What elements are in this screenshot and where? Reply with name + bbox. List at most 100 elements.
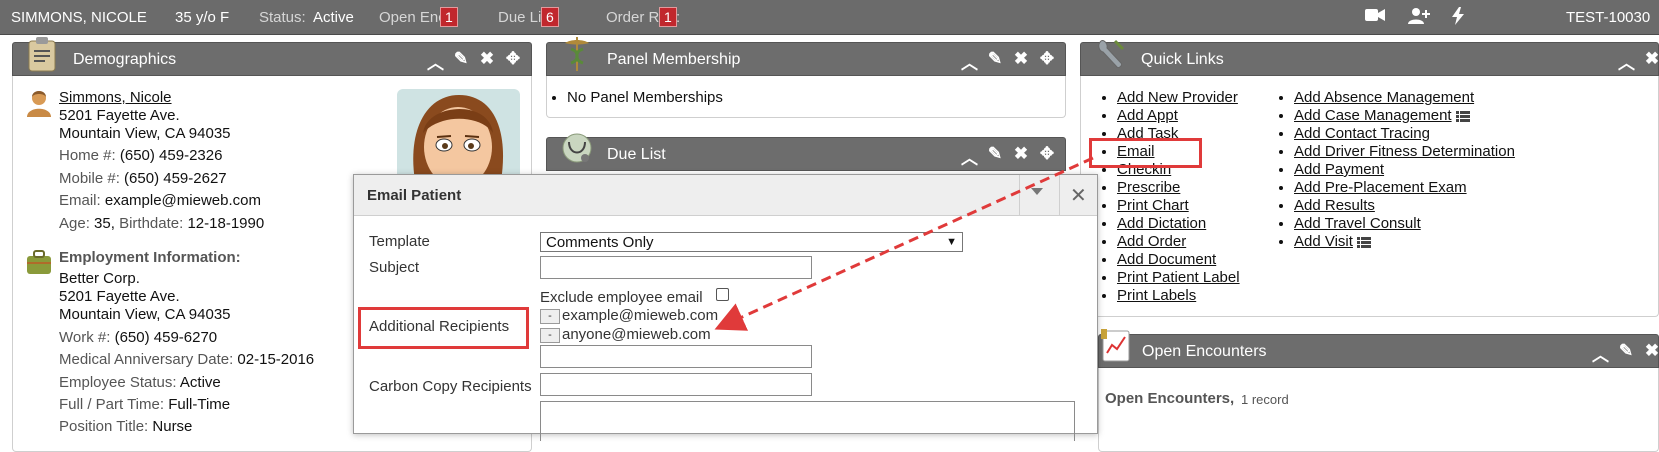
add-absence-management-link[interactable]: Add Absence Management xyxy=(1294,89,1474,106)
employer-address2: Mountain View, CA 94035 xyxy=(59,306,231,323)
template-select[interactable]: Comments Only ▼ xyxy=(540,232,963,252)
employee-status: Employee Status: Active xyxy=(59,374,221,391)
anniversary-date: Medical Anniversary Date: 02-15-2016 xyxy=(59,351,314,368)
print-labels-link[interactable]: Print Labels xyxy=(1117,287,1196,304)
patient-name[interactable]: SIMMONS, NICOLE xyxy=(11,9,147,26)
recipient-item: example@mieweb.com xyxy=(562,307,719,324)
add-new-provider-link[interactable]: Add New Provider xyxy=(1117,89,1238,106)
add-dictation-link[interactable]: Add Dictation xyxy=(1117,215,1206,232)
clipboard-icon xyxy=(25,35,61,73)
additional-recipient-input[interactable] xyxy=(540,345,812,368)
mobile-phone-value: (650) 459-2627 xyxy=(124,170,227,187)
annotation-highlight-box xyxy=(358,307,529,349)
add-case-management-link[interactable]: Add Case Management xyxy=(1294,107,1452,124)
template-label: Template xyxy=(369,233,430,250)
patient-age-sex: 35 y/o F xyxy=(175,9,230,26)
open-encounters-summary-label: Open Encounters, xyxy=(1105,390,1235,407)
open-encounters-body: Open Encounters, 1 record xyxy=(1098,368,1659,452)
mobile-phone: Mobile #: (650) 459-2627 xyxy=(59,170,227,187)
age-birthdate: Age: 35, Birthdate: 12-18-1990 xyxy=(59,215,264,232)
print-patient-label-link[interactable]: Print Patient Label xyxy=(1117,269,1240,286)
patient-avatar xyxy=(397,89,520,181)
close-icon[interactable]: ✖ xyxy=(1013,144,1029,169)
lightning-icon[interactable] xyxy=(1452,7,1464,30)
age-value: 35, xyxy=(94,215,115,232)
employee-status-label: Employee Status: xyxy=(59,374,177,391)
edit-icon[interactable]: ✎ xyxy=(1618,341,1634,366)
patient-name-link[interactable]: Simmons, Nicole xyxy=(59,89,172,106)
dialog-header: Email Patient ✕ xyxy=(354,175,1097,216)
full-part-value: Full-Time xyxy=(168,396,231,413)
add-travel-consult-link[interactable]: Add Travel Consult xyxy=(1294,215,1421,232)
add-payment-link[interactable]: Add Payment xyxy=(1294,161,1384,178)
work-phone: Work #: (650) 459-6270 xyxy=(59,329,217,346)
add-pre-placement-exam-link[interactable]: Add Pre-Placement Exam xyxy=(1294,179,1467,196)
move-icon[interactable]: ✥ xyxy=(1039,49,1055,74)
list-icon[interactable] xyxy=(1356,236,1371,248)
collapse-icon[interactable]: ︿ xyxy=(1592,341,1609,366)
remove-recipient-button[interactable]: - xyxy=(540,309,560,324)
order-req-badge[interactable]: 1 xyxy=(659,7,677,27)
close-icon[interactable]: ✖ xyxy=(1013,49,1029,74)
video-icon[interactable] xyxy=(1365,7,1385,28)
carbon-copy-input[interactable] xyxy=(540,373,812,396)
dropdown-caret-icon[interactable] xyxy=(1031,188,1043,195)
collapse-icon[interactable]: ︿ xyxy=(961,144,978,169)
status-label: Status: xyxy=(259,9,306,26)
employment-title: Employment Information: xyxy=(59,249,241,266)
carbon-copy-label: Carbon Copy Recipients xyxy=(369,378,532,395)
person-icon xyxy=(25,88,53,123)
anniversary-value: 02-15-2016 xyxy=(237,351,315,368)
subject-label: Subject xyxy=(369,259,420,276)
open-encounters-count: 1 record xyxy=(1241,392,1289,407)
subject-input[interactable] xyxy=(540,256,812,279)
chevron-down-icon: ▼ xyxy=(946,236,957,248)
panel-membership-body: No Panel Memberships xyxy=(546,76,1066,118)
add-visit-link[interactable]: Add Visit xyxy=(1294,233,1353,250)
position-title: Position Title: Nurse xyxy=(59,418,192,435)
add-results-link[interactable]: Add Results xyxy=(1294,197,1375,214)
employer-address1: 5201 Fayette Ave. xyxy=(59,288,180,305)
add-appt-link[interactable]: Add Appt xyxy=(1117,107,1178,124)
panel-title: Demographics xyxy=(73,51,177,68)
panel-title: Open Encounters xyxy=(1142,343,1267,360)
print-chart-link[interactable]: Print Chart xyxy=(1117,197,1189,214)
patient-id: TEST-10030 xyxy=(1566,9,1651,26)
move-icon[interactable]: ✥ xyxy=(505,49,521,74)
address-line2: Mountain View, CA 94035 xyxy=(59,125,231,142)
open-enc-badge[interactable]: 1 xyxy=(440,7,458,27)
collapse-icon[interactable]: ︿ xyxy=(1618,49,1635,74)
exclude-employee-email-checkbox[interactable] xyxy=(716,288,729,301)
edit-icon[interactable]: ✎ xyxy=(453,49,469,74)
add-user-icon[interactable] xyxy=(1407,7,1431,30)
employer-name: Better Corp. xyxy=(59,270,140,287)
close-icon[interactable]: ✖ xyxy=(1644,341,1659,366)
add-order-link[interactable]: Add Order xyxy=(1117,233,1186,250)
move-icon[interactable]: ✥ xyxy=(1039,144,1055,169)
add-document-link[interactable]: Add Document xyxy=(1117,251,1216,268)
close-icon[interactable]: ✖ xyxy=(479,49,495,74)
panel-membership-list: No Panel Memberships xyxy=(547,89,723,106)
collapse-icon[interactable]: ︿ xyxy=(427,49,444,74)
message-body-textarea[interactable] xyxy=(540,401,1075,441)
list-icon[interactable] xyxy=(1455,110,1470,122)
edit-icon[interactable]: ✎ xyxy=(987,144,1003,169)
caduceus-icon xyxy=(559,35,595,73)
add-driver-fitness-link[interactable]: Add Driver Fitness Determination xyxy=(1294,143,1515,160)
close-icon[interactable]: ✕ xyxy=(1070,183,1087,208)
collapse-icon[interactable]: ︿ xyxy=(961,49,978,74)
home-phone-value: (650) 459-2326 xyxy=(119,147,223,164)
position-label: Position Title: xyxy=(59,418,149,435)
close-icon[interactable]: ✖ xyxy=(1644,49,1659,74)
home-phone: Home #: (650) 459-2326 xyxy=(59,147,222,164)
due-list-badge[interactable]: 6 xyxy=(541,7,559,27)
email-label: Email: xyxy=(59,192,101,209)
recipient-item: anyone@mieweb.com xyxy=(562,326,711,343)
panel-membership-header: Panel Membership ︿ ✎ ✖ ✥ xyxy=(546,37,1066,76)
briefcase-icon xyxy=(25,248,53,281)
edit-icon[interactable]: ✎ xyxy=(987,49,1003,74)
remove-recipient-button[interactable]: - xyxy=(540,328,560,343)
dialog-title: Email Patient xyxy=(367,187,462,204)
add-contact-tracing-link[interactable]: Add Contact Tracing xyxy=(1294,125,1430,142)
prescribe-link[interactable]: Prescribe xyxy=(1117,179,1180,196)
